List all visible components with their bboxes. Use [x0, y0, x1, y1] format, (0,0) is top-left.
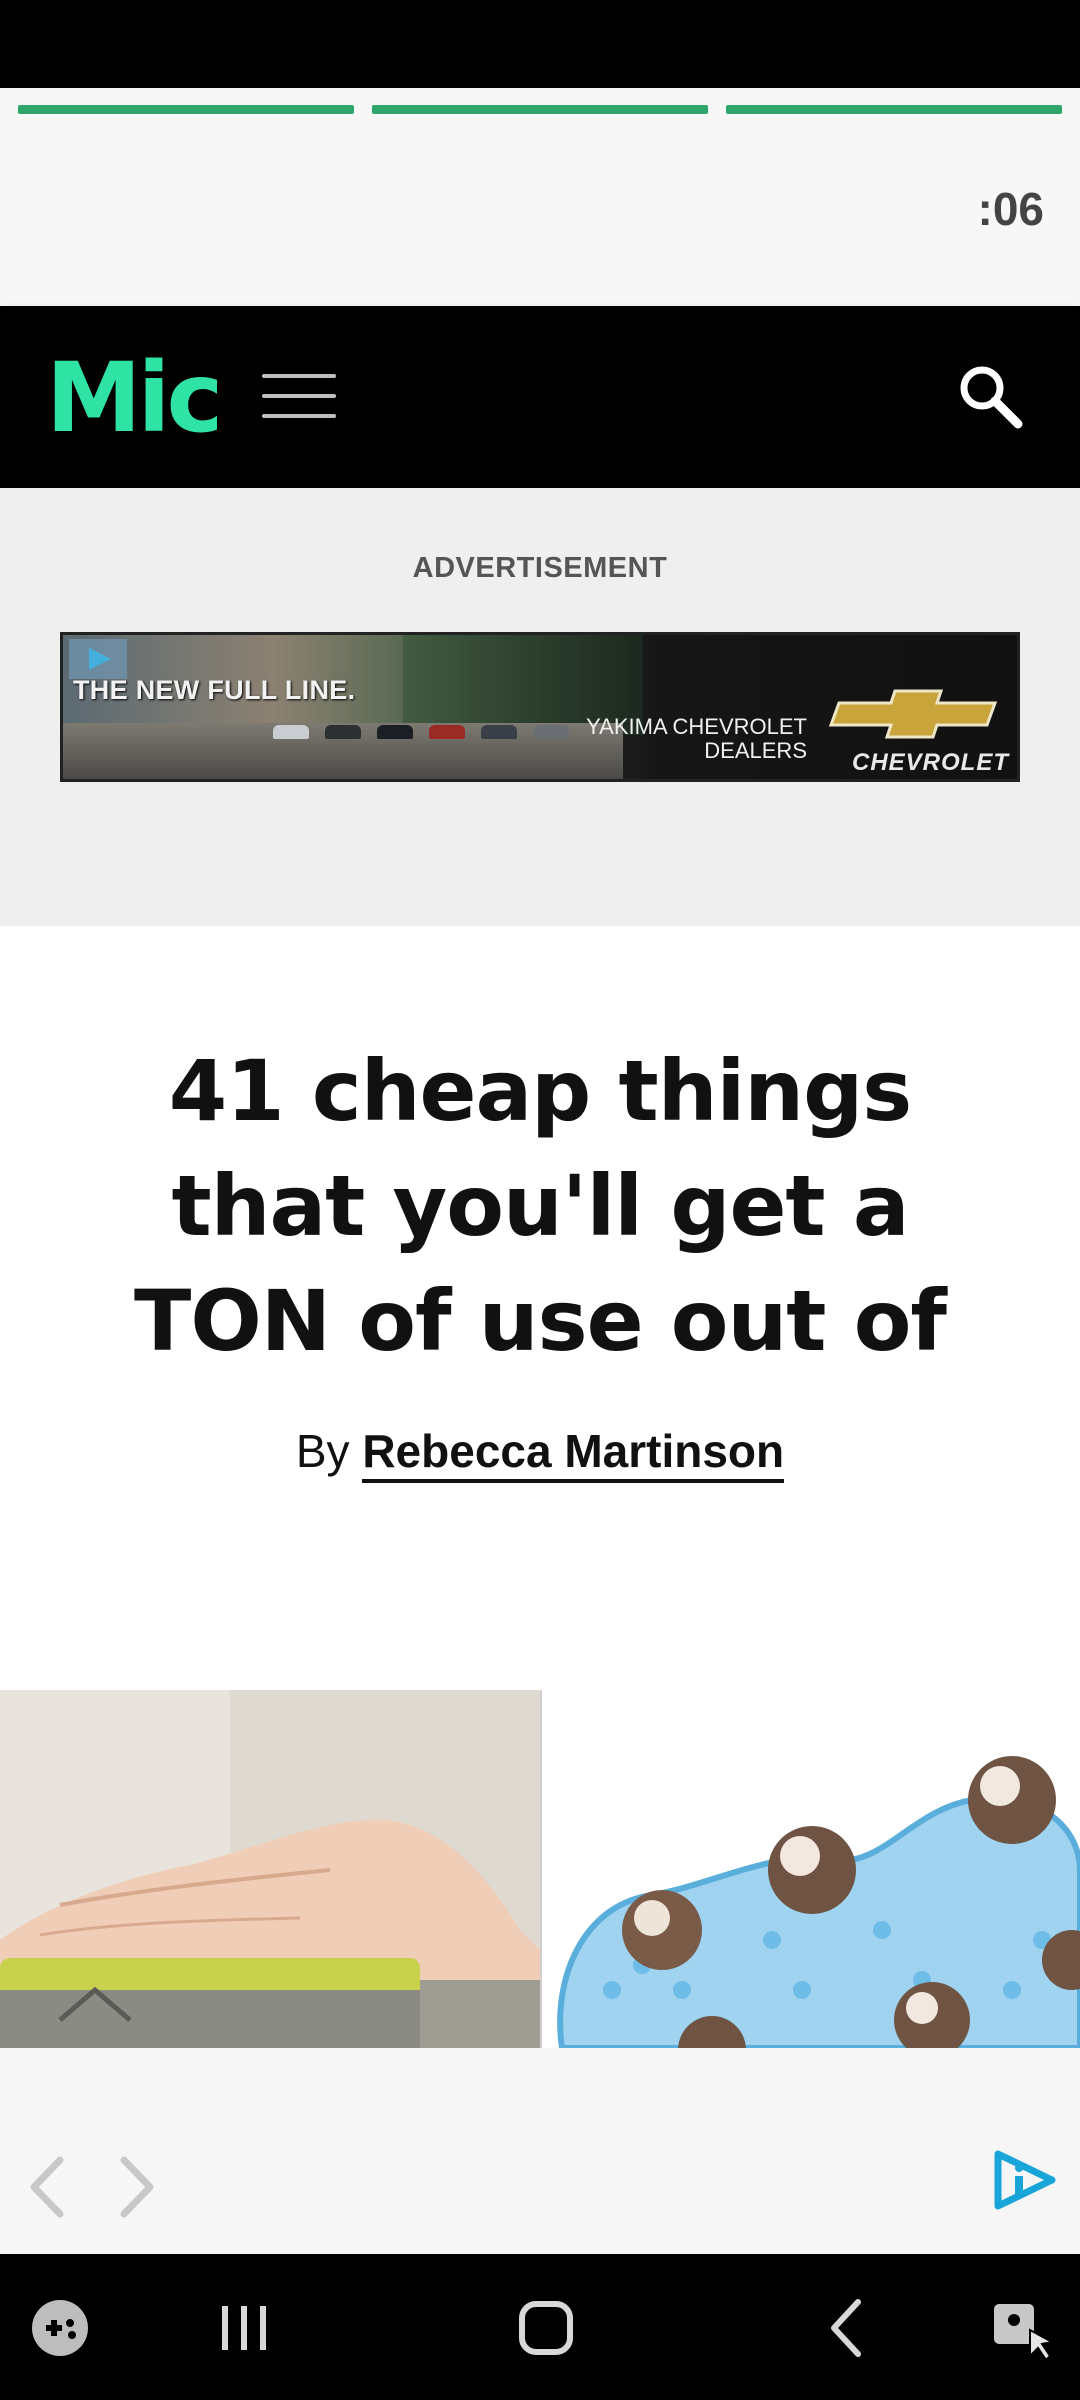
story-progress	[18, 105, 1062, 114]
accessibility-icon[interactable]	[980, 2290, 1056, 2366]
ad-car	[377, 725, 413, 739]
ad-car	[273, 725, 309, 739]
mic-logo[interactable]: Mic	[46, 350, 223, 446]
status-bar	[0, 0, 1080, 88]
ad-dealer-line: DEALERS	[704, 738, 807, 764]
chevron-left-icon[interactable]	[22, 2152, 72, 2222]
search-icon[interactable]	[954, 360, 1026, 432]
hamburger-menu-icon[interactable]	[262, 370, 336, 422]
ad-car	[481, 725, 517, 739]
hand-sponge-image	[0, 1690, 540, 2048]
home-icon[interactable]	[508, 2290, 584, 2366]
chevrolet-bowtie-icon	[828, 689, 998, 739]
massager-image	[542, 1690, 1080, 2048]
play-info-icon[interactable]	[988, 2144, 1060, 2216]
ad-dealer-text: YAKIMA CHEVROLET DEALERS	[567, 714, 807, 764]
recent-apps-icon[interactable]	[206, 2290, 282, 2366]
ad-dealer-line: YAKIMA CHEVROLET	[586, 714, 807, 739]
countdown-timer: :06	[977, 183, 1044, 235]
ad-brand: CHEVROLET	[851, 749, 1009, 776]
site-header: Mic	[0, 306, 1080, 488]
progress-segment	[18, 105, 354, 114]
roller-massager-illustration	[542, 1690, 1080, 2048]
article-images	[0, 1690, 1080, 2048]
ad-car	[325, 725, 361, 739]
chevron-right-icon[interactable]	[112, 2152, 162, 2222]
ad-car	[429, 725, 465, 739]
author-link[interactable]: Rebecca Martinson	[362, 1425, 785, 1483]
ad-banner[interactable]: THE NEW FULL LINE. YAKIMA CHEVROLET DEAL…	[60, 632, 1020, 782]
back-icon[interactable]	[810, 2290, 886, 2366]
byline-prefix: By	[295, 1425, 350, 1477]
byline: By Rebecca Martinson	[0, 1424, 1080, 1483]
ad-label: ADVERTISEMENT	[412, 552, 668, 584]
article-header: 41 cheap things that you'll get a TON of…	[0, 926, 1080, 1690]
ad-container: ADVERTISEMENT THE NEW FULL LINE. YAKIMA …	[0, 488, 1080, 926]
article-title: 41 cheap things that you'll get a TON of…	[134, 1042, 947, 1370]
ad-choices-icon[interactable]	[69, 639, 127, 679]
story-top-bar: :06	[0, 88, 1080, 306]
story-footer	[0, 2048, 1080, 2254]
progress-segment	[726, 105, 1062, 114]
game-launcher-icon[interactable]	[22, 2290, 98, 2366]
ad-car	[533, 725, 569, 739]
system-navigation-bar	[0, 2254, 1080, 2400]
hand-sponge-illustration	[0, 1690, 540, 2048]
progress-segment	[372, 105, 708, 114]
ad-headline: THE NEW FULL LINE.	[73, 675, 356, 705]
